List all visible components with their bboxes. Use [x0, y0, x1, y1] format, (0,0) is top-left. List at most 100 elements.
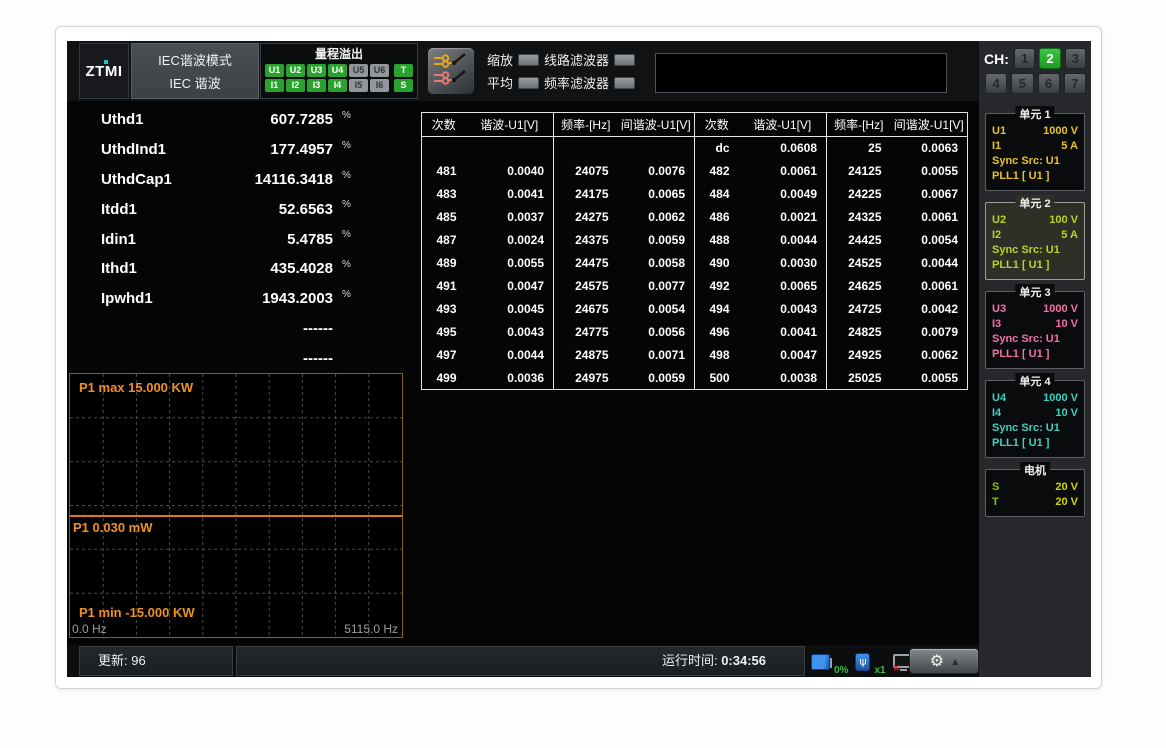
measurement-label: UthdCap1	[79, 171, 211, 188]
unit-info-line: Sync Src: U1	[992, 243, 1078, 258]
channel-button-4[interactable]: 4	[985, 73, 1007, 94]
measurement-row: UthdInd1177.4957%	[79, 135, 411, 165]
table-cell: 0.0024	[466, 229, 554, 252]
mode-line2: IEC 谐波	[132, 73, 258, 92]
unit-kv-label: T	[992, 495, 999, 510]
overflow-indicator-u4: U4	[328, 64, 347, 77]
unit-kv-value: 1000 V	[1043, 302, 1078, 317]
measurement-label: Ithd1	[79, 260, 211, 277]
channel-button-1[interactable]: 1	[1014, 48, 1035, 69]
unit-kv-value: 1000 V	[1043, 391, 1078, 406]
table-cell: 493	[422, 298, 466, 321]
overflow-indicator-u2: U2	[286, 64, 305, 77]
storage-usage-value: 0%	[834, 665, 848, 676]
unit-panels: 单元 1U11000 VI15 ASync Src: U1PLL1 [ U1 ]…	[979, 113, 1091, 517]
table-cell: 491	[422, 275, 466, 298]
table-cell: 0.0077	[618, 275, 695, 298]
settings-menu-button[interactable]: ⚙ ▲	[909, 648, 979, 674]
unit-info-line: Sync Src: U1	[992, 332, 1078, 347]
unit-kv-value: 20 V	[1055, 480, 1078, 495]
brand-logo-text: ZTMI	[86, 63, 123, 80]
triangle-up-icon: ▲	[952, 657, 958, 666]
table-cell: 25	[827, 137, 891, 160]
table-cell: 24875	[554, 344, 618, 367]
overflow-indicator-row-current: I1I2I3I4I5I6S	[261, 79, 417, 92]
usb-icon: ψ	[855, 653, 870, 671]
table-header-cell: 次数	[695, 113, 739, 137]
switch-icon	[430, 49, 472, 91]
chart-max-label: P1 max 15.000 KW	[79, 380, 193, 395]
unit-panel-3[interactable]: 单元 3U31000 VI310 VSync Src: U1PLL1 [ U1 …	[985, 291, 1085, 369]
unit-info-line: Sync Src: U1	[992, 421, 1078, 436]
table-cell: 0.0059	[618, 229, 695, 252]
table-cell: 24375	[554, 229, 618, 252]
unit-kv-label: I1	[992, 139, 1001, 154]
wiring-settings-button[interactable]	[427, 47, 475, 95]
table-cell: 24075	[554, 160, 618, 183]
overflow-indicator-i5: I5	[349, 79, 368, 92]
unit-kv-label: U3	[992, 302, 1006, 317]
usb-count-value: x1	[874, 665, 885, 676]
table-cell: dc	[695, 137, 739, 160]
measurement-row: Ipwhd11943.2003%	[79, 284, 411, 314]
channel-button-2[interactable]: 2	[1039, 48, 1060, 69]
freq-filter-toggle[interactable]	[614, 77, 635, 89]
measurement-unit	[333, 343, 411, 348]
measurement-row: Uthd1607.7285%	[79, 105, 411, 135]
line-filter-label: 线路滤波器	[544, 50, 609, 69]
table-cell: 0.0065	[739, 275, 827, 298]
unit-title: 单元 2	[1015, 195, 1054, 211]
unit-kv-label: I4	[992, 406, 1001, 421]
average-toggle[interactable]	[518, 77, 539, 89]
measurement-value: 5.4785	[211, 231, 333, 248]
measurement-label: Uthd1	[79, 111, 211, 128]
zoom-toggle[interactable]	[518, 54, 539, 66]
table-cell: 24625	[827, 275, 891, 298]
instrument-window: ZTMI IEC谐波模式 IEC 谐波 量程溢出 U1U2U3U4U5U6T I…	[55, 26, 1102, 689]
unit-info-line: Sync Src: U1	[992, 154, 1078, 169]
unit-kv-row: U3 1000 V	[992, 302, 1078, 317]
overflow-indicator-i1: I1	[265, 79, 284, 92]
table-cell: 0.0055	[891, 160, 968, 183]
unit-kv-row: I15 A	[992, 139, 1078, 154]
table-header-cell: 频率-[Hz]	[554, 113, 618, 137]
channel-button-6[interactable]: 6	[1038, 73, 1060, 94]
unit-panel-1[interactable]: 单元 1U11000 VI15 ASync Src: U1PLL1 [ U1 ]	[985, 113, 1085, 191]
unit-panel-2[interactable]: 单元 2U2100 VI25 ASync Src: U1PLL1 [ U1 ]	[985, 202, 1085, 280]
zoom-toggle-label: 缩放	[487, 50, 513, 69]
table-cell: 496	[695, 321, 739, 344]
measurement-unit: %	[333, 105, 411, 121]
table-row: 4810.0040240750.00764820.0061241250.0055	[422, 160, 968, 183]
motor-panel[interactable]: 电机S20 VT20 V	[985, 469, 1085, 517]
table-cell: 489	[422, 252, 466, 275]
channel-button-5[interactable]: 5	[1011, 73, 1033, 94]
measurement-row: UthdCap114116.3418%	[79, 165, 411, 195]
measurement-row: ------	[79, 343, 411, 373]
unit-kv-row: I410 V	[992, 406, 1078, 421]
overflow-indicator-t: T	[394, 64, 413, 77]
channel-selector: CH: 123 4567	[979, 41, 1091, 102]
storage-icon	[811, 654, 830, 670]
table-cell: 488	[695, 229, 739, 252]
table-cell: 24575	[554, 275, 618, 298]
table-cell: 498	[695, 344, 739, 367]
table-cell: 24175	[554, 183, 618, 206]
mode-display: IEC谐波模式 IEC 谐波	[131, 43, 259, 99]
table-header-cell: 谐波-U1[V]	[739, 113, 827, 137]
brand-logo: ZTMI	[79, 43, 129, 99]
table-cell: 24475	[554, 252, 618, 275]
channel-button-3[interactable]: 3	[1065, 48, 1086, 69]
table-cell: 0.0041	[466, 183, 554, 206]
measurement-label: Itdd1	[79, 201, 211, 218]
table-cell: 0.0062	[618, 206, 695, 229]
table-row: 4990.0036249750.00595000.0038250250.0055	[422, 367, 968, 390]
top-bar: ZTMI IEC谐波模式 IEC 谐波 量程溢出 U1U2U3U4U5U6T I…	[67, 41, 1091, 101]
table-cell: 24825	[827, 321, 891, 344]
line-filter-toggle[interactable]	[614, 54, 635, 66]
unit-panel-4[interactable]: 单元 4U41000 VI410 VSync Src: U1PLL1 [ U1 …	[985, 380, 1085, 458]
measurement-value: 52.6563	[211, 201, 333, 218]
unit-info-line: PLL1 [ U1 ]	[992, 347, 1078, 362]
channel-button-7[interactable]: 7	[1064, 73, 1086, 94]
table-row: 4910.0047245750.00774920.0065246250.0061	[422, 275, 968, 298]
overflow-indicator-s: S	[394, 79, 413, 92]
